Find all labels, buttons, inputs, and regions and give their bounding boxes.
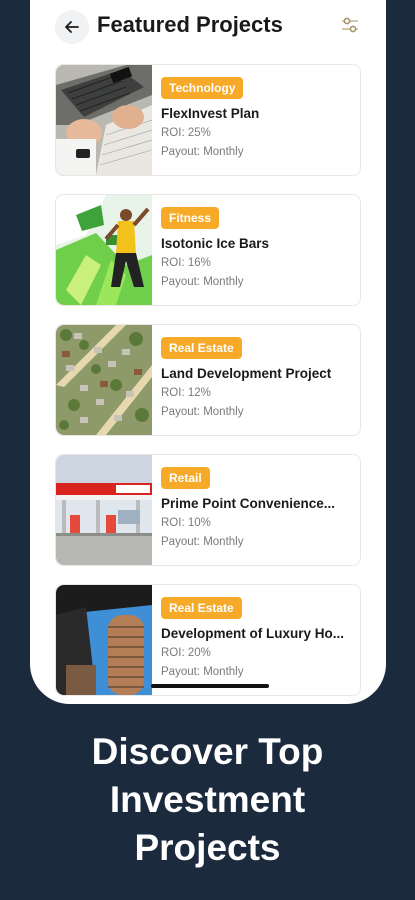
project-image-gas-station [56, 455, 152, 565]
project-card[interactable]: Technology FlexInvest Plan ROI: 25% Payo… [55, 64, 361, 176]
project-roi: ROI: 10% [161, 517, 211, 529]
project-card[interactable]: Fitness Isotonic Ice Bars ROI: 16% Payou… [55, 194, 361, 306]
project-roi: ROI: 16% [161, 257, 211, 269]
project-name: Prime Point Convenience... [161, 496, 336, 511]
project-card[interactable]: Real Estate Development of Luxury Ho... … [55, 584, 361, 696]
caption-line: Discover Top [91, 731, 324, 772]
caption-line: Investment [109, 779, 306, 820]
project-card[interactable]: Real Estate Land Development Project ROI… [55, 324, 361, 436]
category-badge: Retail [161, 467, 210, 489]
caption-line: Projects [134, 827, 281, 868]
project-payout: Payout: Monthly [161, 146, 244, 158]
category-badge: Real Estate [161, 337, 242, 359]
phone-screen: Featured Projects Technology FlexInvest … [30, 0, 386, 704]
filter-button[interactable] [339, 14, 361, 36]
project-name: Land Development Project [161, 366, 332, 381]
arrow-left-icon [65, 21, 79, 33]
promo-caption: Discover Top Investment Projects [0, 728, 415, 872]
category-badge: Real Estate [161, 597, 242, 619]
project-payout: Payout: Monthly [161, 536, 244, 548]
category-badge: Technology [161, 77, 244, 99]
project-card[interactable]: Retail Prime Point Convenience... ROI: 1… [55, 454, 361, 566]
project-name: Isotonic Ice Bars [161, 236, 270, 251]
project-payout: Payout: Monthly [161, 276, 244, 288]
project-roi: ROI: 20% [161, 647, 211, 659]
page-title: Featured Projects [97, 12, 283, 37]
project-image-laptop [56, 65, 152, 175]
project-name: Development of Luxury Ho... [161, 626, 345, 641]
project-image-athlete [56, 195, 152, 305]
project-roi: ROI: 12% [161, 387, 211, 399]
app-header: Featured Projects [30, 0, 386, 56]
project-payout: Payout: Monthly [161, 406, 244, 418]
project-roi: ROI: 25% [161, 127, 211, 139]
sliders-icon [342, 17, 358, 33]
category-badge: Fitness [161, 207, 220, 229]
home-indicator [151, 684, 269, 688]
project-image-suburb [56, 325, 152, 435]
back-button[interactable] [55, 10, 89, 44]
project-image-tower [56, 585, 152, 695]
project-name: FlexInvest Plan [161, 106, 260, 121]
project-payout: Payout: Monthly [161, 666, 244, 678]
